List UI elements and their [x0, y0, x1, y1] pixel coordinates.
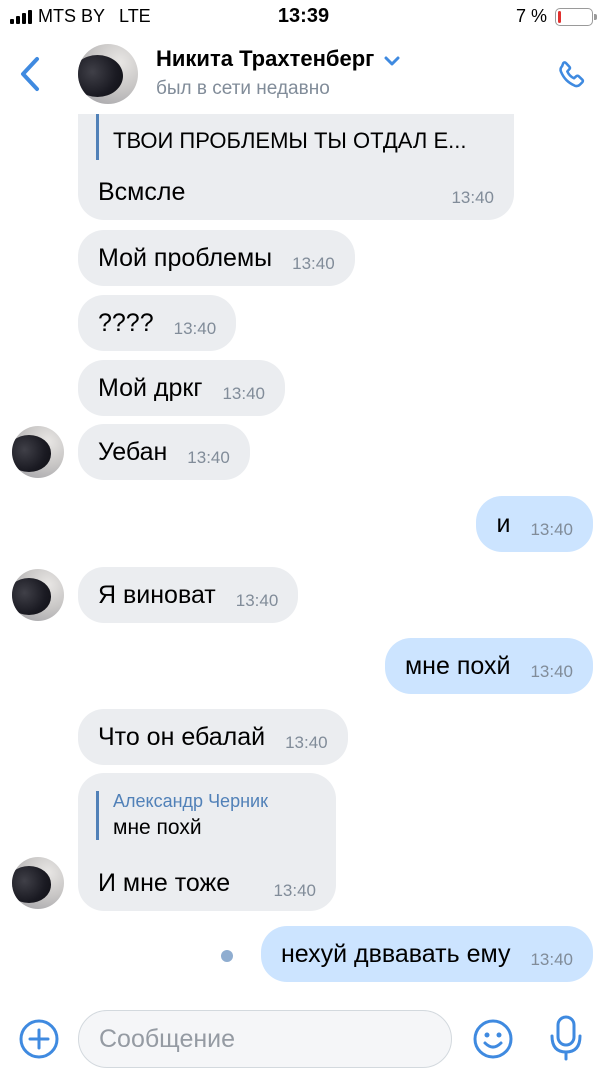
message-bubble[interactable]: Мой проблемы 13:40 [78, 230, 355, 286]
unread-indicator [221, 950, 233, 962]
message-time: 13:40 [235, 591, 279, 610]
message-bubble[interactable]: мне похй 13:40 [384, 638, 593, 694]
plus-circle-icon [19, 1019, 59, 1059]
message-text: Уебан [98, 437, 168, 466]
message-time: 13:40 [187, 448, 230, 467]
sender-avatar[interactable] [12, 569, 64, 621]
microphone-icon [550, 1015, 582, 1061]
attach-button[interactable] [18, 1018, 60, 1060]
reply-text: ТВОИ ПРОБЛЕМЫ ТЫ ОТДАЛ Е... [113, 128, 467, 153]
message-bubble[interactable]: нехуй дввавать ему 13:40 [260, 926, 593, 982]
battery-percent: 7 % [515, 6, 547, 26]
back-chevron-icon [21, 57, 39, 91]
reply-text: мне похй [113, 816, 202, 839]
reply-author: Александр Черник [113, 791, 268, 811]
chevron-down-icon [384, 56, 400, 66]
message-bubble[interactable]: Уебан 13:40 [78, 424, 250, 480]
message-text: Я виноват [98, 580, 216, 609]
contact-status: был в сети недавно [156, 78, 330, 99]
message-time: 13:40 [451, 188, 494, 207]
message-time: 13:40 [530, 520, 573, 539]
sender-avatar[interactable] [12, 857, 64, 909]
call-button[interactable] [549, 54, 593, 98]
message-bubble[interactable]: Александр Черник мне похй И мне тоже 13:… [78, 773, 336, 911]
message-time: 13:40 [222, 384, 266, 403]
battery-icon [555, 7, 597, 26]
message-bubble[interactable]: ???? 13:40 [78, 295, 237, 351]
message-time: 13:40 [173, 319, 217, 338]
message-input[interactable] [78, 1010, 452, 1068]
message-bubble[interactable]: Я виноват 13:40 [78, 567, 299, 623]
message-time: 13:40 [292, 254, 335, 273]
message-time: 13:40 [530, 950, 573, 969]
message-text: и [496, 509, 511, 538]
smile-icon [473, 1019, 513, 1059]
message-text: ???? [98, 308, 154, 337]
message-text: мне похй [404, 651, 511, 680]
status-bar: MTS BY LTE 13:39 7 % [0, 0, 607, 34]
reply-quote[interactable]: ТВОИ ПРОБЛЕМЫ ТЫ ОТДАЛ Е... [96, 114, 466, 160]
contact-avatar[interactable] [78, 44, 138, 104]
message-time: 13:40 [530, 662, 573, 681]
message-bubble[interactable]: Мой дркг 13:40 [78, 360, 286, 416]
chat-header: Никита Трахтенберг был в сети недавно [0, 34, 607, 114]
message-text: Мой проблемы [98, 243, 273, 272]
message-text: Всмсле [98, 178, 186, 206]
status-right: 7 % [515, 6, 597, 27]
voice-button[interactable] [546, 1014, 586, 1062]
contact-name: Никита Трахтенберг [156, 46, 375, 71]
sender-avatar[interactable] [12, 426, 64, 478]
contact-title[interactable]: Никита Трахтенберг [156, 46, 400, 72]
message-bubble[interactable]: Что он ебалай 13:40 [78, 709, 348, 765]
emoji-button[interactable] [472, 1018, 514, 1060]
message-bubble[interactable]: и 13:40 [476, 496, 593, 552]
message-text: И мне тоже [98, 869, 231, 897]
message-text: Что он ебалай [98, 722, 266, 751]
message-time: 13:40 [285, 733, 328, 752]
back-button[interactable] [12, 52, 48, 96]
battery-level [558, 10, 562, 23]
message-bubble[interactable]: ТВОИ ПРОБЛЕМЫ ТЫ ОТДАЛ Е... Всмсле 13:40 [78, 100, 514, 220]
message-text: нехуй дввавать ему [280, 939, 511, 968]
message-time: 13:40 [273, 881, 316, 900]
message-composer [0, 1000, 607, 1080]
reply-quote[interactable]: Александр Черник мне похй [96, 791, 268, 840]
phone-icon [559, 61, 585, 88]
message-text: Мой дркг [98, 373, 203, 402]
